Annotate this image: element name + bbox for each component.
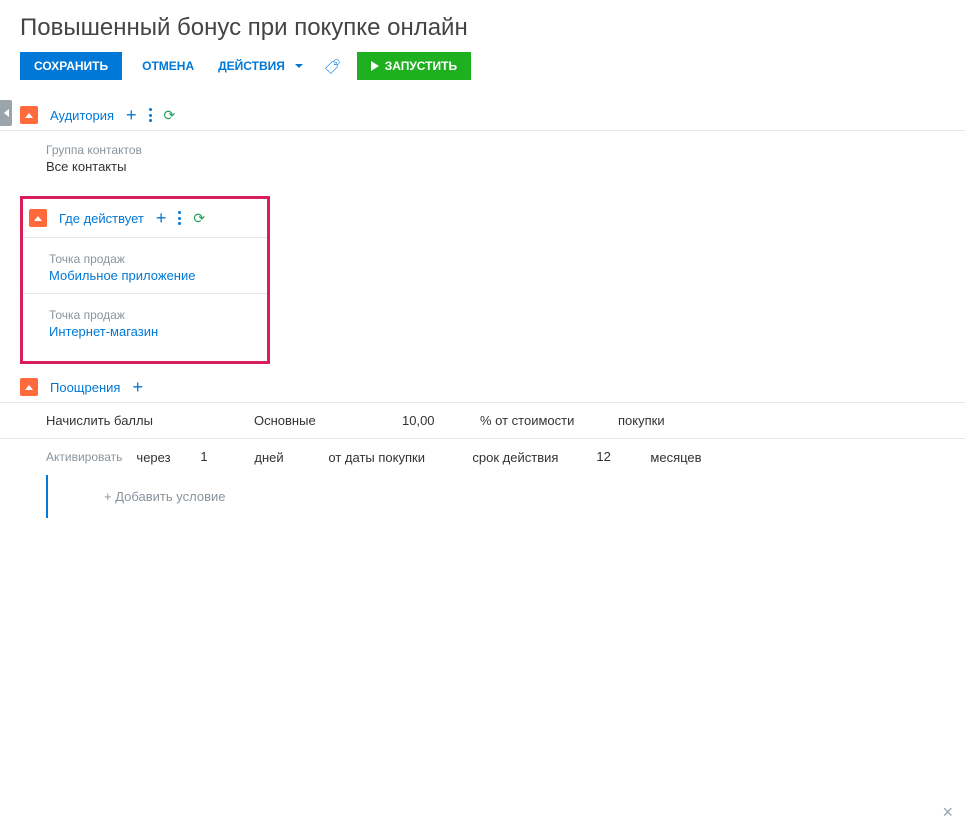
where-item-label: Точка продаж <box>49 298 267 324</box>
close-icon[interactable]: × <box>942 802 953 823</box>
tag-icon[interactable]: 🏷 <box>323 57 340 75</box>
where-body: Точка продаж Мобильное приложение Точка … <box>23 231 267 353</box>
reward-of[interactable]: покупки <box>618 413 708 428</box>
menu-dots-icon[interactable] <box>149 108 152 122</box>
reward-action[interactable]: Начислить баллы <box>46 413 236 428</box>
audience-body: Группа контактов Все контакты <box>0 130 965 188</box>
toolbar: СОХРАНИТЬ ОТМЕНА ДЕЙСТВИЯ 🏷 ЗАПУСТИТЬ <box>0 52 965 100</box>
section-where-highlighted: Где действует + ⟳ Точка продаж Мобильное… <box>20 196 270 364</box>
collapse-icon[interactable] <box>20 378 38 396</box>
reward-type[interactable]: Основные <box>254 413 384 428</box>
audience-group-label: Группа контактов <box>46 133 965 159</box>
activate-label: Активировать <box>46 450 122 464</box>
reward-row-activation: Активировать через дней от даты покупки … <box>0 439 965 475</box>
reward-amount[interactable]: 10,00 <box>402 413 462 428</box>
divider <box>23 237 267 238</box>
save-button[interactable]: СОХРАНИТЬ <box>20 52 122 80</box>
divider <box>23 293 267 294</box>
play-icon <box>371 61 379 71</box>
valid-unit[interactable]: месяцев <box>650 450 740 465</box>
section-audience: Аудитория + ⟳ Группа контактов Все конта… <box>0 100 965 188</box>
collapse-side-tab[interactable] <box>0 100 12 126</box>
run-button-label: ЗАПУСТИТЬ <box>385 59 457 73</box>
add-icon[interactable]: + <box>132 378 143 396</box>
where-item-value[interactable]: Мобильное приложение <box>49 268 267 289</box>
reward-unit[interactable]: % от стоимости <box>480 413 600 428</box>
actions-dropdown[interactable]: ДЕЙСТВИЯ <box>214 52 307 80</box>
add-condition-button[interactable]: + Добавить условие <box>46 475 965 518</box>
section-title-where[interactable]: Где действует <box>59 211 144 226</box>
page-title: Повышенный бонус при покупке онлайн <box>0 0 965 52</box>
add-icon[interactable]: + <box>126 106 137 124</box>
cancel-button[interactable]: ОТМЕНА <box>138 52 198 80</box>
where-item-label: Точка продаж <box>49 242 267 268</box>
refresh-icon[interactable]: ⟳ <box>193 210 205 227</box>
collapse-icon[interactable] <box>20 106 38 124</box>
collapse-icon[interactable] <box>29 209 47 227</box>
reward-row-main: Начислить баллы Основные 10,00 % от стои… <box>0 402 965 439</box>
section-title-audience[interactable]: Аудитория <box>50 108 114 123</box>
activate-days-label[interactable]: дней <box>254 450 314 465</box>
section-header-rewards: Поощрения + <box>0 372 965 402</box>
valid-label[interactable]: срок действия <box>472 450 582 465</box>
add-icon[interactable]: + <box>156 209 167 227</box>
section-title-rewards[interactable]: Поощрения <box>50 380 120 395</box>
activate-from[interactable]: от даты покупки <box>328 450 458 465</box>
valid-value-input[interactable] <box>596 449 636 465</box>
section-header-where: Где действует + ⟳ <box>23 199 267 231</box>
activate-after[interactable]: через <box>136 450 186 465</box>
section-header-audience: Аудитория + ⟳ <box>0 100 965 130</box>
menu-dots-icon[interactable] <box>178 211 181 225</box>
activate-days-input[interactable] <box>200 449 240 465</box>
run-button[interactable]: ЗАПУСТИТЬ <box>357 52 471 80</box>
section-rewards: Поощрения + × Начислить баллы Основные 1… <box>0 372 965 518</box>
audience-group-value[interactable]: Все контакты <box>46 159 965 180</box>
where-item-value[interactable]: Интернет-магазин <box>49 324 267 345</box>
refresh-icon[interactable]: ⟳ <box>164 107 176 124</box>
